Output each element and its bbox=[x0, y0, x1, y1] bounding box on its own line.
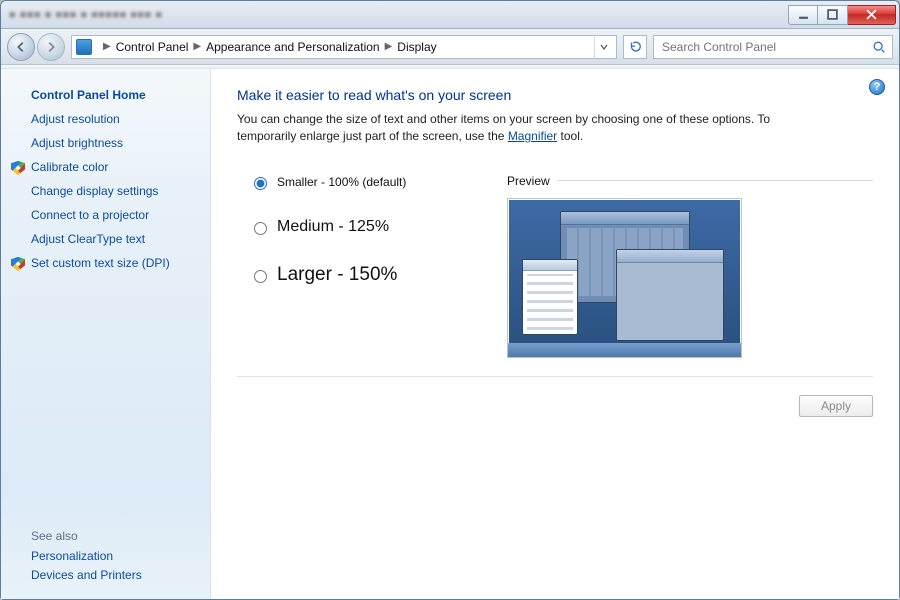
breadcrumb-item-1[interactable]: Appearance and Personalization bbox=[206, 40, 379, 54]
preview-column: Preview bbox=[507, 174, 873, 358]
see-also-devices-printers[interactable]: Devices and Printers bbox=[31, 568, 196, 582]
intro-text: You can change the size of text and othe… bbox=[237, 111, 777, 146]
refresh-button[interactable] bbox=[623, 35, 647, 59]
apply-row: Apply bbox=[237, 395, 873, 417]
radio-larger-label: Larger - 150% bbox=[277, 264, 397, 286]
title-bar: ■ ■■■ ■ ■■■ ■ ■■■■■ ■■■ ■ bbox=[1, 1, 899, 29]
title-bar-blurred-text: ■ ■■■ ■ ■■■ ■ ■■■■■ ■■■ ■ bbox=[9, 1, 788, 28]
main-panel: ? Make it easier to read what's on your … bbox=[211, 69, 899, 599]
sidebar-link-set-custom-dpi[interactable]: Set custom text size (DPI) bbox=[31, 256, 196, 270]
see-also-section: See also Personalization Devices and Pri… bbox=[31, 521, 196, 587]
nav-back-forward-group bbox=[7, 33, 65, 61]
refresh-icon bbox=[628, 40, 642, 54]
page-title: Make it easier to read what's on your sc… bbox=[237, 87, 873, 103]
search-icon bbox=[872, 40, 886, 54]
sidebar: Control Panel Home Adjust resolution Adj… bbox=[1, 69, 211, 599]
options-row: Smaller - 100% (default) Medium - 125% L… bbox=[237, 174, 873, 358]
breadcrumb-dropdown[interactable] bbox=[594, 36, 612, 58]
maximize-icon bbox=[827, 9, 838, 20]
preview-image bbox=[507, 198, 742, 358]
scale-options: Smaller - 100% (default) Medium - 125% L… bbox=[237, 174, 507, 314]
chevron-right-icon: ▶ bbox=[193, 41, 201, 52]
section-divider bbox=[237, 376, 873, 377]
radio-larger[interactable] bbox=[254, 270, 267, 283]
sidebar-link-adjust-cleartype[interactable]: Adjust ClearType text bbox=[31, 232, 196, 246]
preview-header-line bbox=[558, 180, 873, 181]
radio-smaller-label: Smaller - 100% (default) bbox=[277, 175, 406, 189]
scale-option-smaller[interactable]: Smaller - 100% (default) bbox=[249, 174, 507, 190]
radio-smaller[interactable] bbox=[254, 177, 267, 190]
close-icon bbox=[866, 9, 877, 20]
intro-pre: You can change the size of text and othe… bbox=[237, 112, 770, 143]
see-also-personalization[interactable]: Personalization bbox=[31, 549, 196, 563]
apply-button[interactable]: Apply bbox=[799, 395, 873, 417]
search-box[interactable] bbox=[653, 35, 893, 59]
see-also-header: See also bbox=[31, 529, 196, 543]
back-arrow-icon bbox=[14, 40, 28, 54]
body: Control Panel Home Adjust resolution Adj… bbox=[1, 69, 899, 599]
preview-window-2 bbox=[616, 249, 724, 341]
nav-bar: ▶ Control Panel ▶ Appearance and Persona… bbox=[1, 29, 899, 65]
forward-button[interactable] bbox=[37, 33, 65, 61]
chevron-right-icon: ▶ bbox=[385, 41, 393, 52]
window-frame: ■ ■■■ ■ ■■■ ■ ■■■■■ ■■■ ■ ▶ bbox=[0, 0, 900, 600]
breadcrumb-item-2[interactable]: Display bbox=[397, 40, 436, 54]
radio-medium[interactable] bbox=[254, 222, 267, 235]
preview-window-3 bbox=[522, 259, 578, 335]
help-button[interactable]: ? bbox=[869, 79, 885, 95]
preview-label: Preview bbox=[507, 174, 550, 188]
sidebar-link-change-display-settings[interactable]: Change display settings bbox=[31, 184, 196, 198]
chevron-right-icon: ▶ bbox=[103, 41, 111, 52]
address-breadcrumb[interactable]: ▶ Control Panel ▶ Appearance and Persona… bbox=[71, 35, 617, 59]
sidebar-link-adjust-resolution[interactable]: Adjust resolution bbox=[31, 112, 196, 126]
window-controls bbox=[788, 5, 896, 25]
scale-option-medium[interactable]: Medium - 125% bbox=[249, 218, 507, 236]
chevron-down-icon bbox=[600, 43, 608, 51]
preview-taskbar bbox=[508, 343, 741, 357]
minimize-button[interactable] bbox=[788, 5, 818, 25]
minimize-icon bbox=[798, 9, 809, 20]
forward-arrow-icon bbox=[44, 40, 58, 54]
preview-header: Preview bbox=[507, 174, 873, 188]
back-button[interactable] bbox=[7, 33, 35, 61]
close-button[interactable] bbox=[848, 5, 896, 25]
control-panel-icon bbox=[76, 39, 92, 55]
breadcrumb-item-0[interactable]: Control Panel bbox=[116, 40, 189, 54]
sidebar-link-connect-projector[interactable]: Connect to a projector bbox=[31, 208, 196, 222]
radio-medium-label: Medium - 125% bbox=[277, 218, 389, 236]
scale-option-larger[interactable]: Larger - 150% bbox=[249, 264, 507, 286]
help-icon: ? bbox=[874, 81, 881, 93]
sidebar-link-adjust-brightness[interactable]: Adjust brightness bbox=[31, 136, 196, 150]
search-input[interactable] bbox=[660, 39, 872, 55]
maximize-button[interactable] bbox=[818, 5, 848, 25]
magnifier-link[interactable]: Magnifier bbox=[508, 129, 557, 143]
control-panel-home-link[interactable]: Control Panel Home bbox=[31, 88, 196, 102]
sidebar-link-calibrate-color[interactable]: Calibrate color bbox=[31, 160, 196, 174]
intro-post: tool. bbox=[557, 129, 583, 143]
